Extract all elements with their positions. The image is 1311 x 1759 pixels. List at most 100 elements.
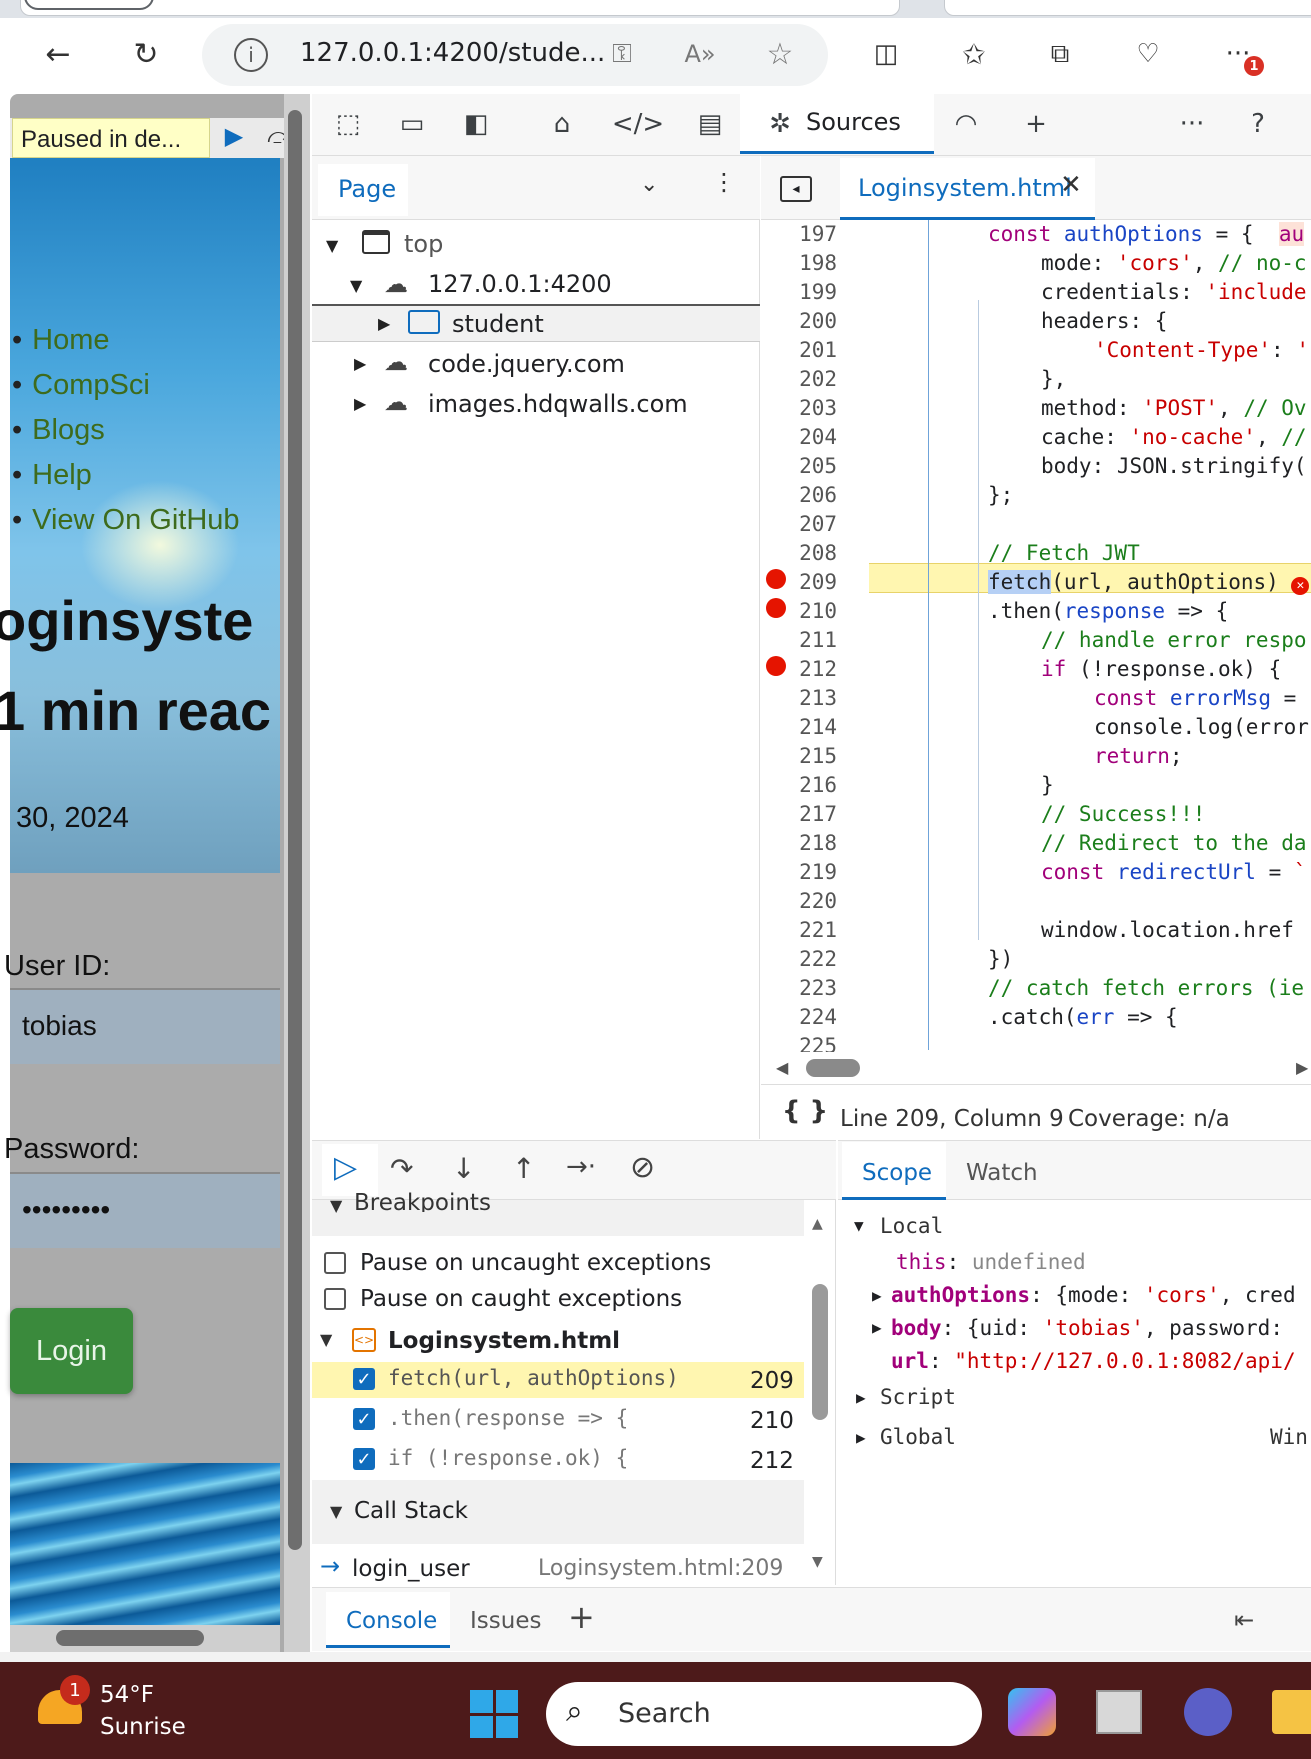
url-text[interactable]: 127.0.0.1:4200/stude... xyxy=(300,38,605,68)
scope-local-label[interactable]: Local xyxy=(880,1214,943,1238)
windows-start-icon[interactable] xyxy=(470,1690,518,1738)
tree-item-student[interactable]: student xyxy=(452,310,544,338)
breakpoint-file-name[interactable]: Loginsystem.html xyxy=(388,1328,620,1354)
tab-watch[interactable]: Watch xyxy=(966,1160,1038,1186)
expand-arrow-icon[interactable]: ▼ xyxy=(350,276,362,295)
collapse-arrow-icon[interactable]: ▶ xyxy=(354,354,366,373)
nav-link-home[interactable]: Home xyxy=(12,318,240,363)
collapse-arrow-icon[interactable]: ▶ xyxy=(354,394,366,413)
scroll-left-arrow-icon[interactable]: ◀ xyxy=(776,1058,788,1077)
file-explorer-icon[interactable] xyxy=(1272,1690,1311,1734)
browser-essentials-icon[interactable]: ♡ xyxy=(1124,30,1172,78)
task-view-icon[interactable] xyxy=(1096,1690,1142,1734)
pretty-print-icon[interactable]: { } xyxy=(782,1096,828,1126)
tree-item-localhost[interactable]: 127.0.0.1:4200 xyxy=(428,270,612,298)
resume-icon[interactable]: ▶ xyxy=(216,122,252,154)
expand-arrow-icon[interactable]: ▼ xyxy=(320,1330,332,1349)
expand-arrow-icon[interactable]: ▼ xyxy=(326,236,338,255)
device-emulation-icon[interactable]: ▭ xyxy=(388,100,436,148)
deactivate-breakpoints-icon[interactable]: ⊘ xyxy=(630,1150,655,1185)
breakpoint-code[interactable]: .then(response => { xyxy=(388,1406,628,1430)
add-drawer-tab-icon[interactable]: + xyxy=(568,1598,595,1636)
scope-var-url[interactable]: url: "http://127.0.0.1:8082/api/ xyxy=(891,1349,1296,1373)
dock-side-icon[interactable]: ◧ xyxy=(452,100,500,148)
favorite-star-icon[interactable]: ☆ xyxy=(756,30,804,78)
read-aloud-icon[interactable]: A» xyxy=(676,30,724,78)
nav-link-github[interactable]: View On GitHub xyxy=(12,498,239,543)
nav-link-help[interactable]: Help xyxy=(12,453,240,498)
collapse-arrow-icon[interactable]: ▶ xyxy=(872,1318,882,1337)
tab-group-pill[interactable] xyxy=(24,0,154,10)
welcome-home-icon[interactable]: ⌂ xyxy=(538,100,586,148)
step-over-next-icon[interactable]: ↷ xyxy=(390,1152,413,1185)
navigator-menu-icon[interactable]: ⋮ xyxy=(712,168,736,196)
tree-item-hdqwalls[interactable]: images.hdqwalls.com xyxy=(428,390,688,418)
expand-arrow-icon[interactable]: ▼ xyxy=(330,1196,342,1215)
nav-link-compsci[interactable]: CompSci xyxy=(12,363,240,408)
tree-item-jquery[interactable]: code.jquery.com xyxy=(428,350,625,378)
step-icon[interactable]: →· xyxy=(566,1152,596,1182)
pause-caught-checkbox[interactable] xyxy=(324,1288,346,1310)
nav-link-blogs[interactable]: Blogs xyxy=(12,408,240,453)
breakpoint-checkbox[interactable]: ✓ xyxy=(353,1368,375,1390)
tab-issues[interactable]: Issues xyxy=(470,1608,541,1634)
scroll-up-arrow-icon[interactable]: ▲ xyxy=(812,1216,823,1232)
elements-icon[interactable]: </> xyxy=(612,100,664,148)
help-icon[interactable]: ? xyxy=(1234,100,1282,148)
split-screen-icon[interactable]: ◫ xyxy=(862,30,910,78)
page-horizontal-scroll-thumb[interactable] xyxy=(56,1630,204,1646)
collapse-arrow-icon[interactable]: ▶ xyxy=(856,1428,866,1447)
call-frame-location[interactable]: Loginsystem.html:209 xyxy=(538,1556,783,1581)
call-frame-function[interactable]: login_user xyxy=(352,1556,470,1582)
password-input[interactable]: ••••••••• xyxy=(10,1172,280,1248)
breakpoint-code[interactable]: if (!response.ok) { xyxy=(388,1446,628,1470)
devtools-more-icon[interactable]: ··· xyxy=(1168,100,1216,148)
editor-scroll-thumb[interactable] xyxy=(806,1059,860,1077)
refresh-icon[interactable]: ↻ xyxy=(122,30,170,78)
breakpoint-code[interactable]: fetch(url, authOptions) xyxy=(388,1366,679,1390)
add-tab-icon[interactable]: + xyxy=(1012,100,1060,148)
scope-var-body[interactable]: body: {uid: 'tobias', password: xyxy=(891,1316,1283,1340)
dock-drawer-icon[interactable]: ⇤ xyxy=(1234,1606,1254,1634)
breakpoint-checkbox[interactable]: ✓ xyxy=(353,1448,375,1470)
scroll-right-arrow-icon[interactable]: ▶ xyxy=(1296,1058,1308,1077)
favorites-icon[interactable]: ✩ xyxy=(950,30,998,78)
collapse-arrow-icon[interactable]: ▶ xyxy=(856,1388,866,1407)
copilot-icon[interactable] xyxy=(1008,1688,1056,1736)
chevron-down-icon[interactable]: ⌄ xyxy=(640,172,658,197)
scroll-down-arrow-icon[interactable]: ▼ xyxy=(812,1554,823,1570)
back-icon[interactable]: ← xyxy=(34,30,82,78)
breakpoint-checkbox[interactable]: ✓ xyxy=(353,1408,375,1430)
console-icon[interactable]: ▤ xyxy=(686,100,734,148)
key-icon[interactable]: ⚿ xyxy=(598,30,646,78)
tree-item-top[interactable]: top xyxy=(404,230,443,258)
taskbar-search[interactable] xyxy=(546,1682,982,1746)
network-icon[interactable]: ◠ xyxy=(942,100,990,148)
collections-icon[interactable]: ⧉ xyxy=(1036,30,1084,78)
scope-global-label[interactable]: Global xyxy=(880,1425,956,1449)
expand-arrow-icon[interactable]: ▼ xyxy=(330,1502,342,1521)
scope-script-label[interactable]: Script xyxy=(880,1385,956,1409)
line-number-gutter[interactable]: 197 198 199 200 201 202 203 204 205 206 … xyxy=(761,220,871,1058)
close-icon[interactable]: ✕ xyxy=(1060,170,1082,200)
page-vertical-scroll-thumb[interactable] xyxy=(288,110,302,1550)
navigator-page-tab[interactable]: Page xyxy=(318,164,408,216)
collapse-arrow-icon[interactable]: ▶ xyxy=(872,1286,882,1305)
scope-var-this[interactable]: this: undefined xyxy=(896,1250,1086,1274)
browser-tab-2[interactable] xyxy=(944,0,1311,16)
step-out-icon[interactable]: ↑ xyxy=(512,1152,535,1185)
collapse-arrow-icon[interactable]: ▶ xyxy=(378,314,390,333)
weather-temperature[interactable]: 54°F xyxy=(100,1682,154,1708)
pause-uncaught-checkbox[interactable] xyxy=(324,1252,346,1274)
inspect-element-icon[interactable]: ⬚ xyxy=(324,100,372,148)
user-id-input[interactable]: tobias xyxy=(10,988,280,1064)
teams-icon[interactable] xyxy=(1184,1688,1232,1736)
login-button[interactable]: Login xyxy=(10,1308,133,1394)
debugger-scroll-thumb[interactable] xyxy=(812,1284,828,1420)
info-icon[interactable]: i xyxy=(234,38,268,72)
toggle-navigator-icon[interactable]: ◂ xyxy=(780,176,812,202)
weather-description[interactable]: Sunrise xyxy=(100,1714,186,1740)
scope-var-authoptions[interactable]: authOptions: {mode: 'cors', cred xyxy=(891,1283,1296,1307)
step-into-icon[interactable]: ↓ xyxy=(452,1152,475,1185)
expand-arrow-icon[interactable]: ▼ xyxy=(854,1216,864,1235)
